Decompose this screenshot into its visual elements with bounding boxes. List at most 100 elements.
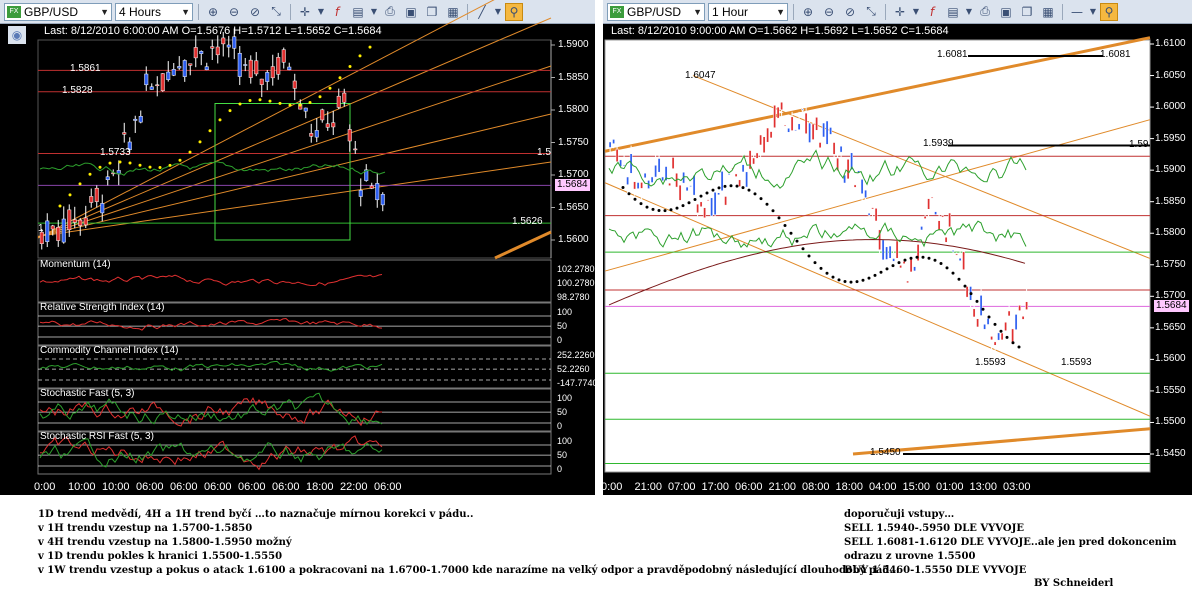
- indicator-panel: [37, 259, 552, 303]
- candle-body: [797, 123, 801, 130]
- candle-body: [829, 127, 832, 135]
- candle-body: [948, 212, 951, 228]
- candle-body: [94, 187, 99, 202]
- candle-body: [1021, 316, 1025, 320]
- candle-body: [149, 86, 154, 90]
- candle-body: [61, 218, 66, 243]
- parabolic-sar-dot: [711, 188, 715, 192]
- price-tick-label: 1.6100: [1155, 38, 1186, 49]
- candle-body: [759, 134, 762, 146]
- candle-body: [804, 112, 808, 134]
- parabolic-sar-dot: [897, 261, 901, 265]
- parabolic-sar-dot: [981, 307, 985, 311]
- recommendation-line: SELL 1.5940-.5950 DLE VYVOJE: [844, 523, 1024, 534]
- time-axis-label: 01:00: [936, 481, 964, 493]
- price-tick-label: 1.5700: [558, 169, 589, 180]
- candle-body: [958, 258, 962, 261]
- parabolic-sar-dot: [298, 103, 302, 107]
- candle-body: [913, 266, 916, 272]
- parabolic-sar-dot: [771, 209, 775, 213]
- parabolic-sar-dot: [258, 98, 262, 102]
- indicator-tick-label: 252.2260: [557, 350, 595, 360]
- price-tick-label: 1.5600: [558, 234, 589, 245]
- candle-body: [965, 286, 969, 298]
- candle-body: [692, 175, 696, 196]
- candle-body: [232, 36, 237, 49]
- parabolic-sar-dot: [58, 204, 62, 208]
- recommendation-line: doporučuji vstupy…: [844, 509, 955, 520]
- candle-body: [608, 141, 612, 148]
- time-axis-label: 21:00: [768, 481, 797, 493]
- candle-body: [972, 308, 976, 318]
- parabolic-sar-dot: [148, 165, 152, 169]
- candle-body: [336, 95, 341, 108]
- parabolic-sar-dot: [939, 262, 943, 266]
- parabolic-sar-dot: [957, 277, 961, 281]
- price-tick-label: 1.6050: [1155, 69, 1186, 81]
- parabolic-sar-dot: [819, 266, 823, 270]
- candle-body: [72, 219, 77, 223]
- indicator-name: Stochastic Fast (5, 3): [40, 388, 135, 399]
- candle-body: [927, 198, 930, 210]
- candle-body: [1025, 301, 1028, 310]
- parabolic-sar-dot: [88, 172, 92, 176]
- parabolic-sar-dot: [753, 192, 757, 196]
- note-line: v 1H trendu vzestup na 1.5700-1.5850: [38, 523, 253, 534]
- parabolic-sar-dot: [208, 129, 212, 133]
- candle-body: [885, 246, 888, 260]
- indicator-tick-label: 50: [557, 321, 568, 331]
- price-tick-label: 1.5750: [558, 136, 589, 148]
- candle-body: [1007, 310, 1011, 317]
- candle-body: [790, 116, 794, 131]
- parabolic-sar-dot: [633, 197, 637, 201]
- candle-body: [375, 183, 380, 201]
- candle-body: [45, 220, 50, 242]
- indicator-tick-label: 102.2780: [557, 264, 595, 274]
- candle-body: [818, 142, 822, 149]
- parabolic-sar-dot: [368, 45, 372, 49]
- parabolic-sar-dot: [891, 264, 895, 268]
- price-tick-label: 1.5550: [1155, 384, 1186, 396]
- time-axis-label: 07:00: [668, 481, 696, 493]
- candle-body: [100, 203, 105, 214]
- parabolic-sar-dot: [288, 103, 292, 107]
- indicator-tick-label: 50: [557, 407, 568, 417]
- price-tick-label: 1.5450: [1155, 448, 1186, 459]
- candle-body: [696, 203, 699, 214]
- candle-body: [215, 46, 220, 56]
- candle-body: [962, 251, 965, 270]
- parabolic-sar-dot: [921, 255, 925, 259]
- price-tick-label: 1.5900: [558, 39, 589, 50]
- candle-body: [657, 158, 661, 173]
- candle-body: [934, 211, 937, 215]
- time-axis-label: 18:00: [306, 481, 334, 493]
- candle-body: [780, 101, 783, 111]
- candle-body: [762, 136, 766, 154]
- candle-body: [944, 237, 948, 243]
- candle-body: [259, 78, 264, 85]
- parabolic-sar-dot: [885, 267, 889, 271]
- parabolic-sar-dot: [639, 202, 643, 206]
- candle-body: [303, 107, 308, 112]
- indicator-tick-label: 52.2260: [557, 364, 590, 374]
- parabolic-sar-dot: [657, 209, 661, 213]
- indicator-tick-label: 100: [557, 393, 573, 403]
- candle-body: [67, 209, 72, 231]
- candle-body: [78, 219, 83, 226]
- candle-body: [353, 148, 358, 151]
- candle-body: [979, 295, 983, 316]
- candle-body: [643, 172, 647, 179]
- indicator-tick-label: -147.7740: [557, 378, 598, 388]
- parabolic-sar-dot: [651, 207, 655, 211]
- parabolic-sar-dot: [318, 95, 322, 99]
- candle-body: [160, 73, 165, 92]
- time-axis-label: 06:00: [272, 481, 300, 493]
- time-axis-label: 0:00: [601, 481, 623, 493]
- candle-body: [237, 52, 242, 77]
- candle-body: [248, 59, 253, 78]
- level-label: 1.5861: [70, 63, 101, 75]
- parabolic-sar-dot: [188, 150, 192, 154]
- price-tick-label: 1.5650: [1155, 321, 1186, 333]
- candle-body: [720, 171, 724, 191]
- candle-body: [640, 182, 643, 189]
